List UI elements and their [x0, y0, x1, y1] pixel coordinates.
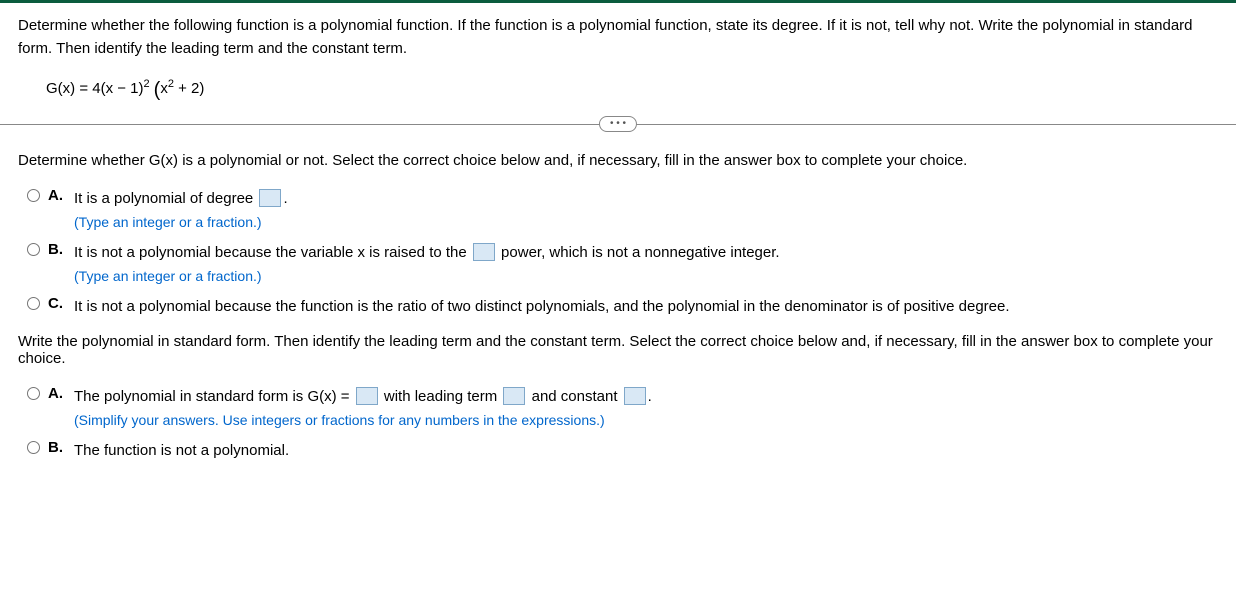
q1a-post: . [283, 190, 287, 207]
func-part2: x [160, 80, 168, 97]
q1-option-c: C. It is not a polynomial because the fu… [22, 295, 1218, 319]
q1-prompt: Determine whether G(x) is a polynomial o… [18, 152, 1218, 169]
q1-radio-a[interactable] [27, 189, 40, 202]
paren-open: ( [150, 79, 161, 101]
q1b-hint: (Type an integer or a fraction.) [74, 268, 262, 284]
q2-options: A. The polynomial in standard form is G(… [22, 385, 1218, 463]
function-expression: G(x) = 4(x − 1)2 (x2 + 2) (x [46, 78, 1218, 102]
q2a-hint: (Simplify your answers. Use integers or … [74, 412, 605, 428]
q2b-text: The function is not a polynomial. [74, 442, 289, 459]
q1-letter-c: C. [48, 295, 66, 312]
q2-body-b: The function is not a polynomial. [74, 439, 289, 463]
q1b-power-input[interactable] [473, 243, 495, 261]
q1-options: A. It is a polynomial of degree . (Type … [22, 187, 1218, 319]
q1b-pre: It is not a polynomial because the varia… [74, 244, 471, 261]
expand-collapse-pill[interactable]: • • • [599, 116, 637, 132]
q2a-post: . [648, 388, 652, 405]
q2-prompt: Write the polynomial in standard form. T… [18, 333, 1218, 367]
q2-radio-a[interactable] [27, 387, 40, 400]
func-part1: G(x) = 4(x − 1) [46, 80, 144, 97]
q2-letter-a: A. [48, 385, 66, 402]
q2-option-a: A. The polynomial in standard form is G(… [22, 385, 1218, 433]
q2-letter-b: B. [48, 439, 66, 456]
q2-body-a: The polynomial in standard form is G(x) … [74, 385, 652, 433]
func-tail: + 2) [174, 80, 204, 97]
q1-radio-b[interactable] [27, 243, 40, 256]
q1-letter-b: B. [48, 241, 66, 258]
q2a-leading-term-input[interactable] [503, 387, 525, 405]
section-divider: • • • [0, 114, 1236, 134]
q2a-standard-form-input[interactable] [356, 387, 378, 405]
q1a-degree-input[interactable] [259, 189, 281, 207]
q1c-text: It is not a polynomial because the funct… [74, 298, 1010, 315]
q1-body-b: It is not a polynomial because the varia… [74, 241, 780, 289]
q1-letter-a: A. [48, 187, 66, 204]
q1-radio-c[interactable] [27, 297, 40, 310]
q2-radio-b[interactable] [27, 441, 40, 454]
q1a-pre: It is a polynomial of degree [74, 190, 257, 207]
q2a-constant-input[interactable] [624, 387, 646, 405]
q1-body-c: It is not a polynomial because the funct… [74, 295, 1010, 319]
q2a-pre: The polynomial in standard form is G(x) … [74, 388, 354, 405]
q1-body-a: It is a polynomial of degree . (Type an … [74, 187, 288, 235]
q1a-hint: (Type an integer or a fraction.) [74, 214, 262, 230]
q1b-post: power, which is not a nonnegative intege… [497, 244, 780, 261]
q2a-mid1: with leading term [380, 388, 502, 405]
q2a-mid2: and constant [527, 388, 621, 405]
q1-option-a: A. It is a polynomial of degree . (Type … [22, 187, 1218, 235]
q2-option-b: B. The function is not a polynomial. [22, 439, 1218, 463]
content-area: Determine whether the following function… [0, 3, 1236, 489]
problem-statement: Determine whether the following function… [18, 15, 1218, 60]
q1-option-b: B. It is not a polynomial because the va… [22, 241, 1218, 289]
